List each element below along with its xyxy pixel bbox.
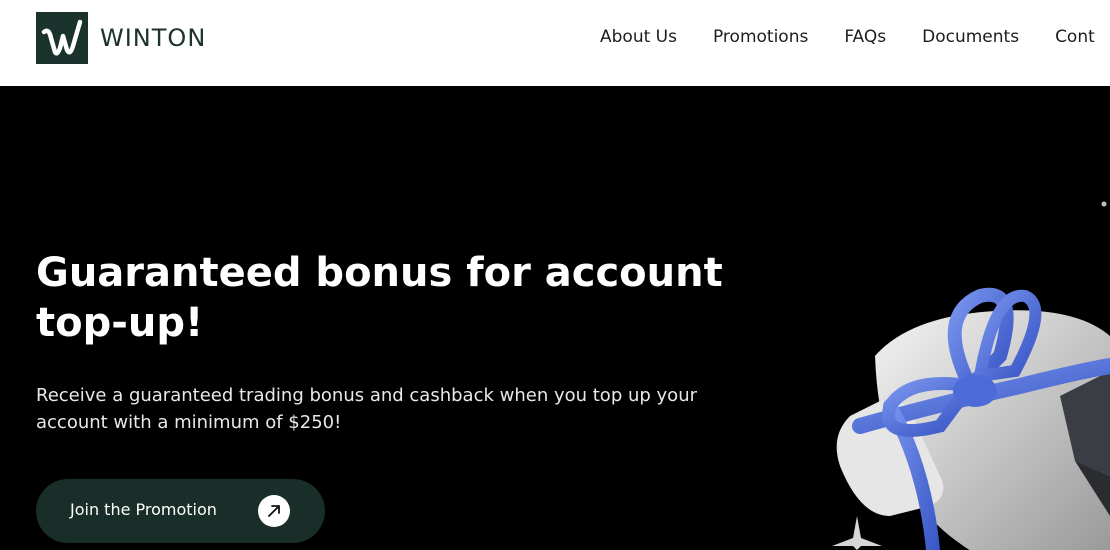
join-promotion-button[interactable]: Join the Promotion [36,479,325,543]
sparkle-icon [1101,201,1107,207]
nav-item-promotions[interactable]: Promotions [713,27,808,47]
nav-item-contacts[interactable]: Cont [1055,27,1095,47]
hero-title: Guaranteed bonus for account top-up! [36,250,723,346]
nav-item-about-us[interactable]: About Us [600,27,677,47]
arrow-up-right-icon [258,495,290,527]
join-promotion-label: Join the Promotion [70,500,217,519]
nav-item-faqs[interactable]: FAQs [844,27,886,47]
brand-name: WINTON [100,24,207,52]
main-nav: About Us Promotions FAQs Documents Cont [600,27,1110,47]
hero-description: Receive a guaranteed trading bonus and c… [36,385,697,433]
nav-item-documents[interactable]: Documents [922,27,1019,47]
site-header: WINTON About Us Promotions FAQs Document… [0,0,1110,86]
sparkle-icon [832,516,882,550]
gift-box-illustration [836,287,1110,550]
winton-w-logo-icon [36,12,88,64]
brand-logo[interactable]: WINTON [36,12,206,64]
promo-hero: Guaranteed bonus for account top-up! Rec… [0,86,1110,550]
